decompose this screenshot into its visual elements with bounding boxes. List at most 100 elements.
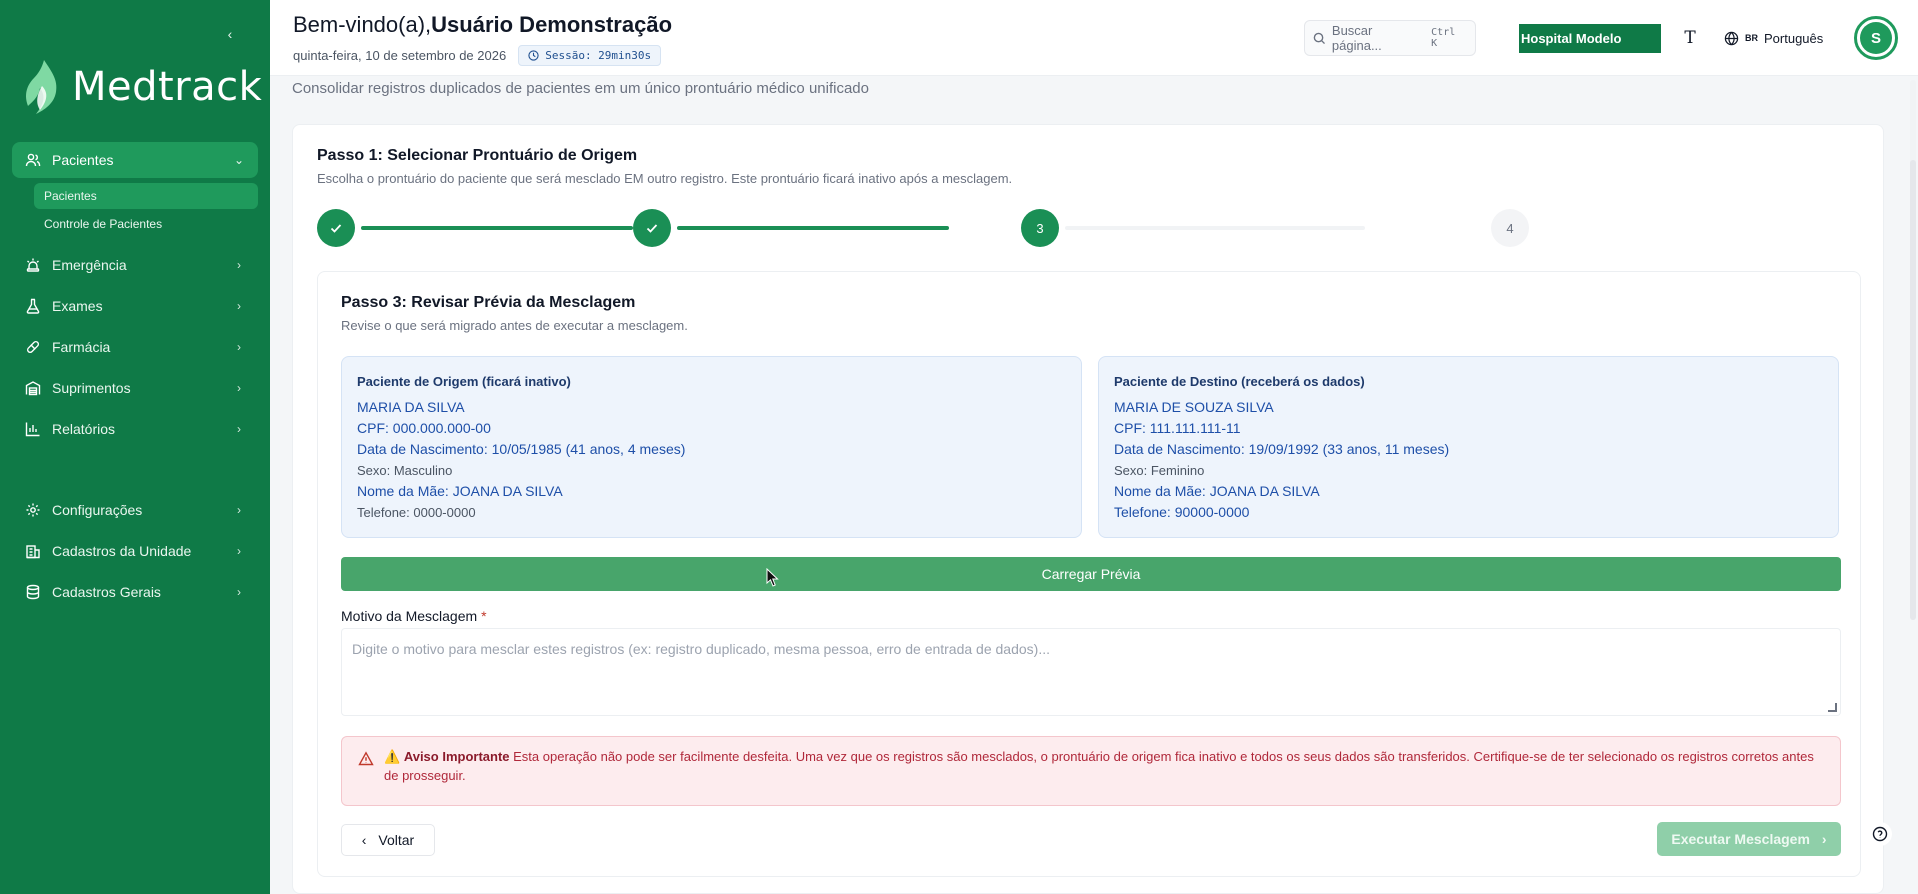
sidebar-item-label: Exames [52,298,103,314]
origin-sex: Sexo: Masculino [357,463,453,478]
origin-title: Paciente de Origem (ficará inativo) [357,374,571,389]
brand-name: Medtrack [72,64,263,110]
step3-description: Revise o que será migrado antes de execu… [341,318,688,333]
avatar[interactable]: S [1854,16,1898,60]
flask-icon [24,297,42,315]
warning-title: Aviso Importante [403,749,510,764]
sidebar-item-farmacia[interactable]: Farmácia › [12,329,258,365]
sidebar-item-emergencia[interactable]: Emergência › [12,247,258,283]
chevron-right-icon: › [237,340,241,354]
execute-merge-button[interactable]: Executar Mesclagem › [1657,822,1841,856]
building-icon [24,542,42,560]
chevron-down-icon: ⌄ [233,153,245,167]
resize-handle-icon[interactable] [1828,703,1837,712]
destination-mother: Nome da Mãe: JOANA DA SILVA [1114,483,1320,499]
gear-icon [24,501,42,519]
pill-icon [24,338,42,356]
alert-triangle-icon [358,751,374,766]
help-icon[interactable] [1868,822,1892,846]
siren-icon [24,256,42,274]
reason-textarea[interactable]: Digite o motivo para mesclar estes regis… [341,628,1841,716]
destination-name: MARIA DE SOUZA SILVA [1114,399,1274,415]
step-connector-3 [1065,226,1365,230]
flame-logo-icon [26,60,57,114]
sidebar-subitem-controle-pacientes[interactable]: Controle de Pacientes [34,211,258,237]
bar-chart-icon [24,420,42,438]
language-selector[interactable]: BR Português [1724,26,1823,50]
step-connector-2 [677,226,949,230]
check-icon [330,224,342,233]
page-subtitle: Consolidar registros duplicados de pacie… [292,80,869,97]
welcome-prefix: Bem-vindo(a), [293,12,432,37]
sidebar-item-configuracoes[interactable]: Configurações › [12,492,258,528]
top-header: Bem-vindo(a),Usuário Demonstração quinta… [270,0,1918,76]
sidebar-item-relatorios[interactable]: Relatórios › [12,411,258,447]
search-input[interactable]: Buscar página... Ctrl K [1304,20,1476,56]
sidebar-item-label: Configurações [52,502,143,518]
step-1-indicator [317,209,355,247]
load-preview-button[interactable]: Carregar Prévia [341,557,1841,591]
chevron-right-icon: › [237,503,241,517]
sidebar: ‹ Medtrack Pacientes ⌄ Pacientes Control… [0,0,270,894]
back-label: Voltar [378,832,415,848]
chevron-right-icon: › [237,585,241,599]
check-icon [646,224,658,233]
sidebar-item-label: Pacientes [52,152,114,168]
language-flag: BR [1745,33,1758,43]
destination-title: Paciente de Destino (receberá os dados) [1114,374,1365,389]
origin-cpf: CPF: 000.000.000-00 [357,420,491,436]
sidebar-item-label: Suprimentos [52,380,131,396]
user-name: Usuário Demonstração [431,12,673,37]
search-shortcut: Ctrl K [1431,27,1456,49]
reason-placeholder: Digite o motivo para mesclar estes regis… [352,641,1050,657]
sidebar-item-label: Relatórios [52,421,116,437]
mouse-cursor-icon [766,568,779,587]
page-scrollbar[interactable] [1910,80,1916,620]
origin-patient-box: Paciente de Origem (ficará inativo) MARI… [341,356,1082,538]
brand-logo[interactable]: Medtrack [22,58,262,116]
sidebar-item-label: Cadastros Gerais [52,584,161,600]
reason-label: Motivo da Mesclagem * [341,608,487,624]
sidebar-nav: Pacientes ⌄ Pacientes Controle de Pacien… [12,142,258,615]
execute-label: Executar Mesclagem [1671,831,1810,847]
origin-mother: Nome da Mãe: JOANA DA SILVA [357,483,563,499]
session-timer: Sessão: 29min30s [545,49,652,62]
warning-alert: ⚠️ Aviso Importante Esta operação não po… [341,736,1841,806]
back-button[interactable]: ‹ Voltar [341,824,435,856]
destination-patient-box: Paciente de Destino (receberá os dados) … [1098,356,1839,538]
clock-icon [528,50,539,61]
sidebar-item-exames[interactable]: Exames › [12,288,258,324]
chevron-right-icon: › [237,381,241,395]
hospital-selector[interactable]: Hospital Modelo [1519,24,1661,53]
language-label: Português [1764,30,1824,46]
chevron-right-icon: › [237,544,241,558]
current-date: quinta-feira, 10 de setembro de 2026 [293,48,507,63]
step1-description: Escolha o prontuário do paciente que ser… [317,171,1013,186]
destination-birth: Data de Nascimento: 19/09/1992 (33 anos,… [1114,441,1450,457]
chevron-left-icon[interactable]: ‹ [222,26,238,42]
sidebar-item-cadastros-unidade[interactable]: Cadastros da Unidade › [12,533,258,569]
destination-sex: Sexo: Feminino [1114,463,1205,478]
sidebar-item-pacientes[interactable]: Pacientes ⌄ [12,142,258,178]
avatar-initial: S [1860,22,1892,54]
sidebar-item-label: Emergência [52,257,127,273]
merge-wizard-card: Passo 1: Selecionar Prontuário de Origem… [292,124,1884,894]
sidebar-item-suprimentos[interactable]: Suprimentos › [12,370,258,406]
sidebar-item-label: Cadastros da Unidade [52,543,192,559]
database-icon [24,583,42,601]
step3-title: Passo 3: Revisar Prévia da Mesclagem [341,294,636,311]
origin-birth: Data de Nascimento: 10/05/1985 (41 anos,… [357,441,686,457]
search-icon [1313,32,1326,44]
chevron-right-icon: › [237,258,241,272]
step1-title: Passo 1: Selecionar Prontuário de Origem [317,147,638,164]
step-3-indicator: 3 [1021,209,1059,247]
sidebar-item-label: Farmácia [52,339,111,355]
sidebar-subitem-pacientes[interactable]: Pacientes [34,183,258,209]
required-marker: * [481,608,487,624]
destination-cpf: CPF: 111.111.111-11 [1114,420,1241,436]
text-size-icon[interactable]: T [1678,26,1702,50]
chevron-right-icon: › [237,299,241,313]
scrollbar-thumb[interactable] [1910,160,1916,620]
sidebar-item-cadastros-gerais[interactable]: Cadastros Gerais › [12,574,258,610]
